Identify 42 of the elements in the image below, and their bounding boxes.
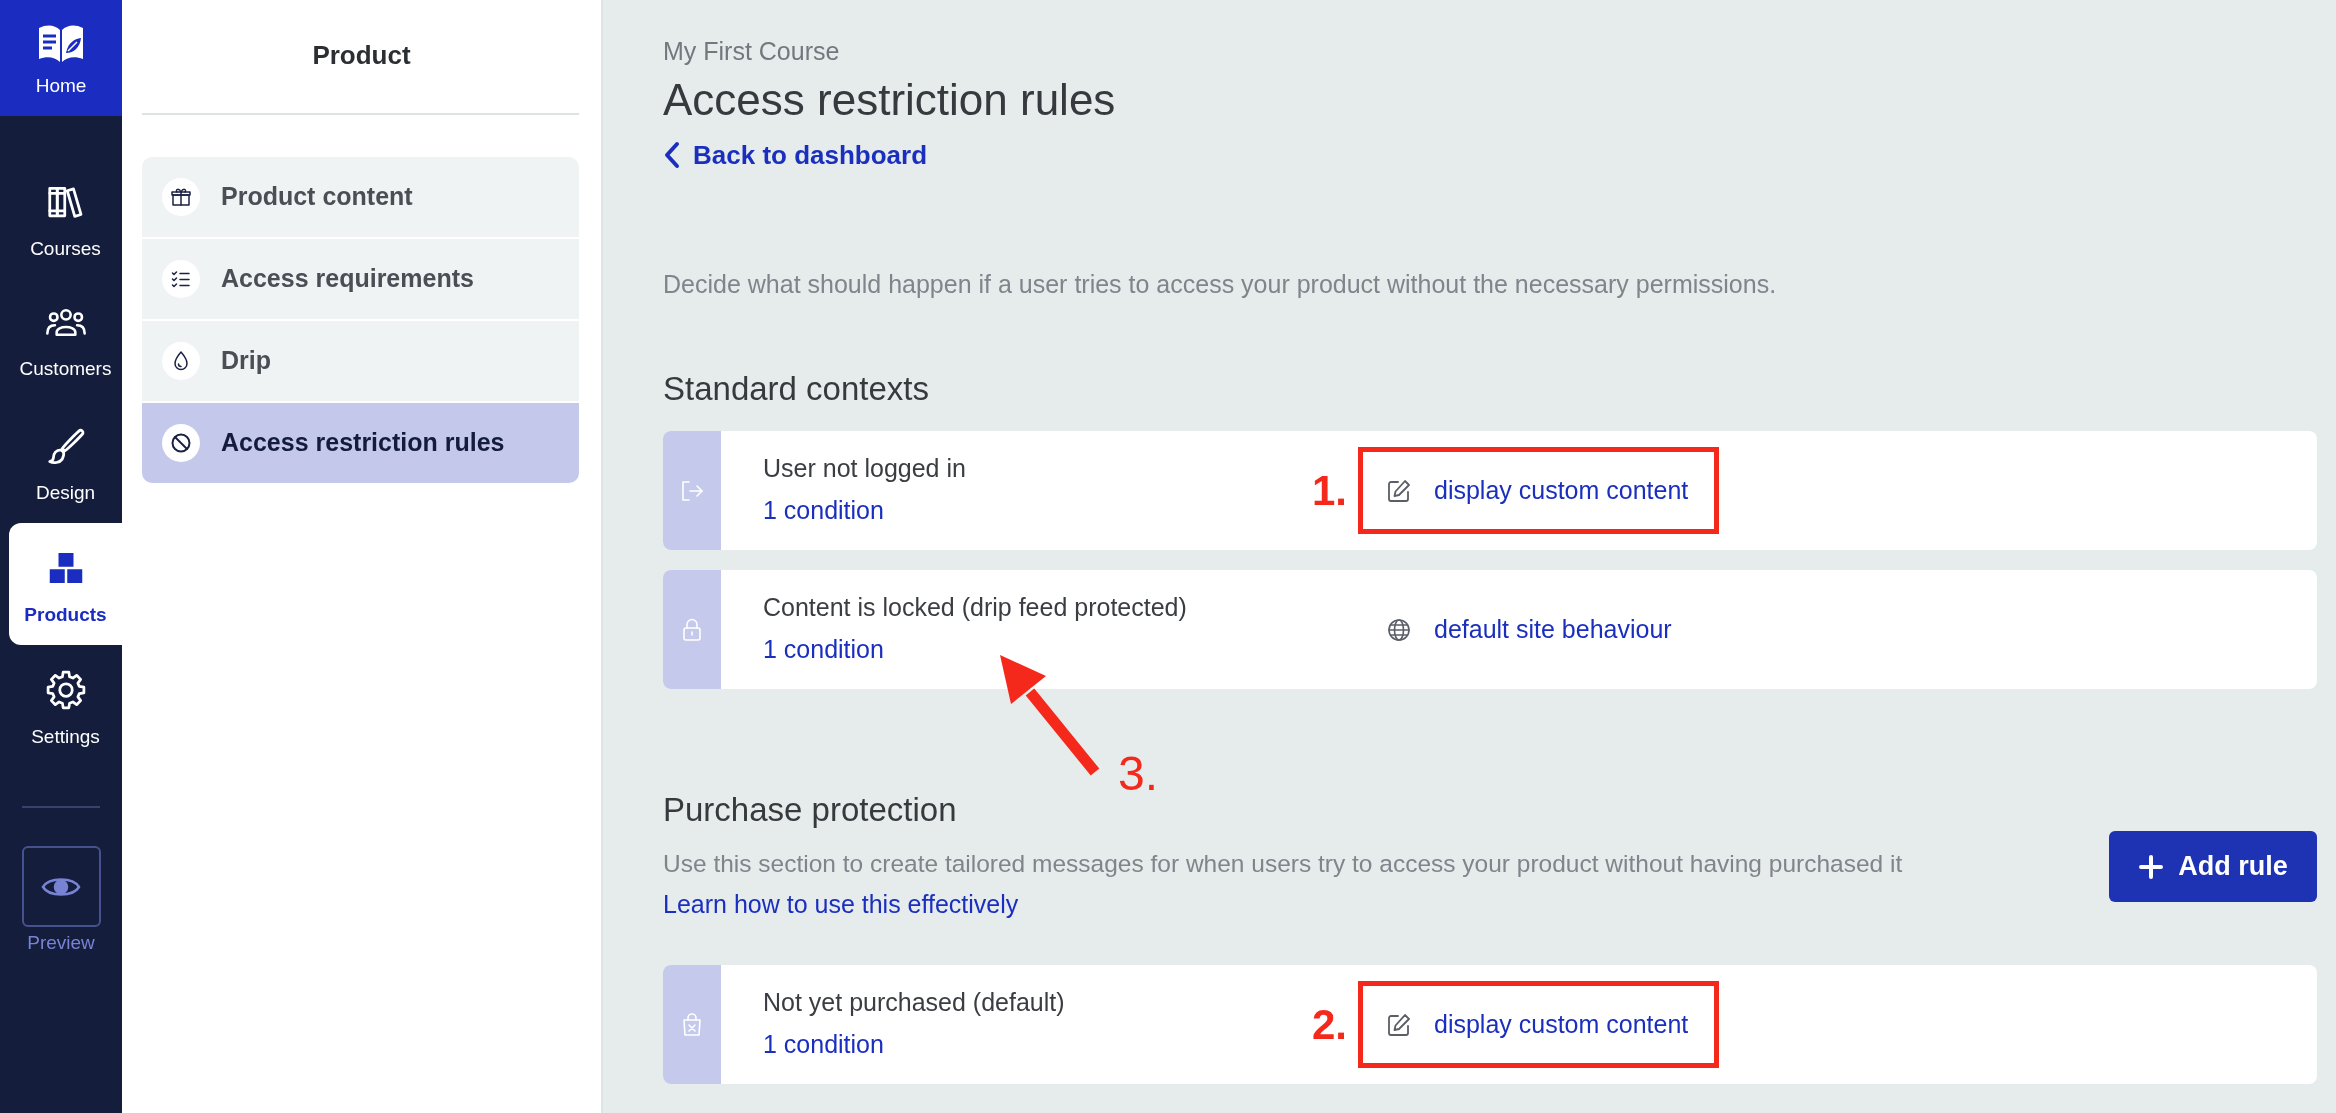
preview-button[interactable]: Preview [0, 846, 122, 955]
annotation-number: 1. [1311, 468, 1347, 513]
nav-item[interactable]: Design [9, 401, 122, 523]
sidebar-item[interactable]: Access requirements [142, 239, 579, 319]
section-heading: Purchase protection [663, 790, 958, 830]
conditions-link[interactable]: 1 condition [763, 632, 884, 666]
gear-icon [45, 670, 86, 710]
nav-item[interactable]: Customers [9, 279, 122, 401]
nav-item[interactable]: Courses [9, 157, 122, 279]
sidebar-title: Product [311, 39, 412, 72]
sidebar-item[interactable]: Access restriction rules [142, 403, 579, 483]
add-rule-button[interactable]: Add rule [2109, 831, 2317, 902]
section-heading: Standard contexts [663, 369, 930, 409]
annotation-number: 2. [1311, 1002, 1347, 1047]
breadcrumb-text: My First Course [663, 36, 841, 66]
checklist-icon [162, 260, 200, 298]
home-link[interactable]: Home [0, 0, 122, 116]
paintbrush-icon [45, 426, 86, 466]
annotation-number: 3. [1118, 750, 1159, 798]
drop-icon [162, 342, 200, 380]
plus-icon [2138, 853, 2165, 880]
learn-link[interactable]: Learn how to use this effectively [663, 889, 1019, 919]
sidebar-item[interactable]: Drip [142, 321, 579, 401]
back-link[interactable]: Back to dashboard [663, 139, 928, 171]
chevron-left-icon [663, 141, 681, 169]
nav-item[interactable]: Products [9, 523, 122, 645]
action-link[interactable]: default site behaviour [1363, 591, 1698, 668]
description-text: Decide what should happen if a user tries to access your product without the necessary permissions. [663, 269, 1778, 299]
action-link[interactable]: display custom content [1363, 452, 1715, 529]
gift-box-icon [162, 178, 200, 216]
eye-icon [21, 846, 101, 927]
description-text: Use this section to create tailored messages for when users try to access your product without having purchased it [663, 849, 1904, 879]
sidebar-item[interactable]: Product content [142, 157, 579, 237]
action-link[interactable]: display custom content [1363, 986, 1715, 1063]
conditions-link[interactable]: 1 condition [763, 493, 884, 527]
rule-name: Not yet purchased (default) [763, 987, 1066, 1018]
ban-icon [162, 424, 200, 462]
page-title: Access restriction rules [663, 74, 1117, 126]
rule-name: Content is locked (drip feed protected) [763, 592, 1188, 623]
nav-item[interactable]: Settings [9, 645, 122, 767]
rule-name: User not logged in [763, 453, 967, 484]
conditions-link[interactable]: 1 condition [763, 1027, 884, 1061]
